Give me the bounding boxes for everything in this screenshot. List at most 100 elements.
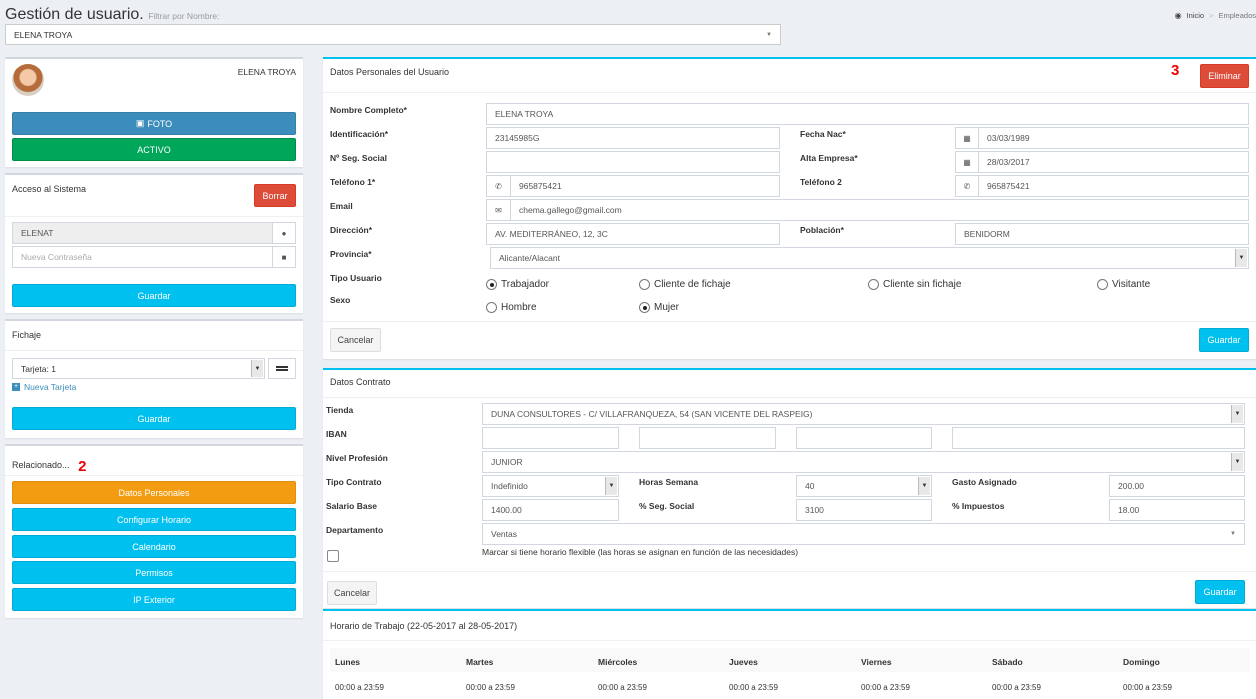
radio-indicator [486, 302, 497, 313]
province-select[interactable]: Alicante/Alacant ▼ [490, 247, 1249, 269]
radio-cliente-fichaje[interactable]: Cliente de fichaje [639, 279, 731, 290]
contract-cancel-button[interactable]: Cancelar [327, 581, 377, 605]
label-hours: Horas Semana [639, 477, 699, 487]
id-input[interactable]: 23145985G [486, 127, 780, 149]
related-personal-data[interactable]: Datos Personales [12, 481, 296, 504]
radio-indicator [639, 279, 650, 290]
department-select[interactable]: Ventas ▼ [482, 523, 1245, 545]
dashboard-icon: ◉ [1174, 11, 1182, 20]
personal-cancel-button[interactable]: Cancelar [330, 328, 381, 352]
tax-pct-value: 18.00 [1118, 505, 1140, 515]
day-header: Viernes [861, 657, 892, 667]
personal-title: Datos Personales del Usuario [330, 67, 450, 77]
breadcrumb-home[interactable]: Inicio [1187, 11, 1205, 20]
access-save-button[interactable]: Guardar [12, 284, 296, 307]
related-calendar[interactable]: Calendario [12, 535, 296, 558]
expense-value: 200.00 [1118, 481, 1144, 491]
address-input[interactable]: AV. MEDITERRÁNEO, 12, 3C [486, 223, 780, 245]
related-title: Relacionado... [12, 460, 70, 470]
iban-input-2[interactable] [639, 427, 776, 449]
camera-icon: ▣ [135, 118, 145, 128]
username-field[interactable]: ELENAT [12, 222, 273, 244]
city-input[interactable]: BENIDORM [955, 223, 1249, 245]
ss-input[interactable] [486, 151, 780, 173]
schedule-cell: 00:00 a 23:59 [335, 683, 384, 692]
iban-input-3[interactable] [796, 427, 932, 449]
related-marker: 2 [78, 458, 87, 475]
full-name-input[interactable]: ELENA TROYA [486, 103, 1249, 125]
salary-input[interactable]: 1400.00 [482, 499, 619, 521]
chevron-down-icon: ▼ [1231, 453, 1243, 471]
related-box: Relacionado... 2 Datos Personales Config… [5, 444, 303, 618]
username-value: ELENAT [21, 228, 54, 238]
level-value: JUNIOR [491, 457, 523, 467]
day-header: Sábado [992, 657, 1023, 667]
schedule-cell: 00:00 a 23:59 [1123, 683, 1172, 692]
phone2-input[interactable]: 965875421 [978, 175, 1249, 197]
contract-type-select[interactable]: Indefinido ▼ [482, 475, 619, 497]
city-value: BENIDORM [964, 229, 1010, 239]
flex-schedule-checkbox[interactable] [327, 550, 339, 562]
hours-select[interactable]: 40 ▼ [796, 475, 932, 497]
full-name-value: ELENA TROYA [495, 109, 554, 119]
phone1-input[interactable]: 965875421 [510, 175, 780, 197]
password-field[interactable]: Nueva Contraseña [12, 246, 273, 268]
calendar-icon: ▦ [955, 151, 979, 173]
radio-cliente-sin-fichaje[interactable]: Cliente sin fichaje [868, 279, 961, 290]
day-header: Domingo [1123, 657, 1160, 667]
delete-user-button[interactable]: Eliminar [1200, 64, 1249, 88]
personal-save-button[interactable]: Guardar [1199, 328, 1249, 352]
email-value: chema.gallego@gmail.com [519, 205, 622, 215]
fichaje-header: Fichaje [5, 321, 303, 351]
chevron-down-icon: ▼ [766, 31, 772, 38]
related-external-ip[interactable]: IP Exterior [12, 588, 296, 611]
fichaje-title: Fichaje [12, 330, 42, 340]
delete-access-button[interactable]: Borrar [254, 184, 296, 207]
birth-value: 03/03/1989 [987, 133, 1030, 143]
label-user-type: Tipo Usuario [330, 273, 382, 283]
photo-button[interactable]: ▣ FOTO [12, 112, 296, 135]
ss-pct-input[interactable]: 3100 [796, 499, 932, 521]
phone-icon: ✆ [955, 175, 979, 197]
active-button[interactable]: ACTIVO [12, 138, 296, 161]
email-input[interactable]: chema.gallego@gmail.com [510, 199, 1249, 221]
avatar [12, 64, 44, 96]
label-phone1: Teléfono 1* [330, 177, 376, 187]
radio-hombre[interactable]: Hombre [486, 302, 537, 313]
fichaje-save-button[interactable]: Guardar [12, 407, 296, 430]
page-title: Gestión de usuario. Filtrar por Nombre: [5, 6, 220, 23]
contract-save-button[interactable]: Guardar [1195, 580, 1245, 604]
related-item-label: Calendario [132, 541, 176, 552]
chevron-down-icon: ▼ [1235, 249, 1247, 267]
label-store: Tienda [326, 405, 354, 415]
card-list-icon[interactable] [268, 358, 296, 379]
user-select[interactable]: ELENA TROYA ▼ [5, 24, 781, 45]
related-permissions[interactable]: Permisos [12, 561, 296, 584]
label-expense: Gasto Asignado [952, 477, 1017, 487]
level-select[interactable]: JUNIOR ▼ [482, 451, 1245, 473]
related-schedule-config[interactable]: Configurar Horario [12, 508, 296, 531]
new-card-link[interactable]: + Nueva Tarjeta [12, 382, 76, 392]
breadcrumb-separator: > [1209, 11, 1214, 20]
radio-mujer[interactable]: Mujer [639, 302, 679, 313]
profile-name: ELENA TROYA [237, 67, 296, 77]
day-header: Martes [466, 657, 494, 667]
tax-pct-input[interactable]: 18.00 [1109, 499, 1245, 521]
iban-input-1[interactable] [482, 427, 619, 449]
iban-input-4[interactable] [952, 427, 1245, 449]
radio-visitante[interactable]: Visitante [1097, 279, 1150, 290]
expense-input[interactable]: 200.00 [1109, 475, 1245, 497]
store-select[interactable]: DUNA CONSULTORES - C/ VILLAFRANQUEZA, 54… [482, 403, 1245, 425]
label-ss-pct: % Seg. Social [639, 501, 695, 511]
schedule-cell: 00:00 a 23:59 [598, 683, 647, 692]
label-phone2: Teléfono 2 [800, 177, 842, 187]
lock-icon: ■ [272, 246, 296, 268]
card-select[interactable]: Tarjeta: 1 ▼ [12, 358, 265, 379]
label-level: Nivel Profesión [326, 453, 388, 463]
birth-input[interactable]: 03/03/1989 [978, 127, 1249, 149]
label-contract-type: Tipo Contrato [326, 477, 382, 487]
contract-type-value: Indefinido [491, 481, 528, 491]
day-header: Miércoles [598, 657, 638, 667]
radio-trabajador[interactable]: Trabajador [486, 279, 549, 290]
hire-input[interactable]: 28/03/2017 [978, 151, 1249, 173]
